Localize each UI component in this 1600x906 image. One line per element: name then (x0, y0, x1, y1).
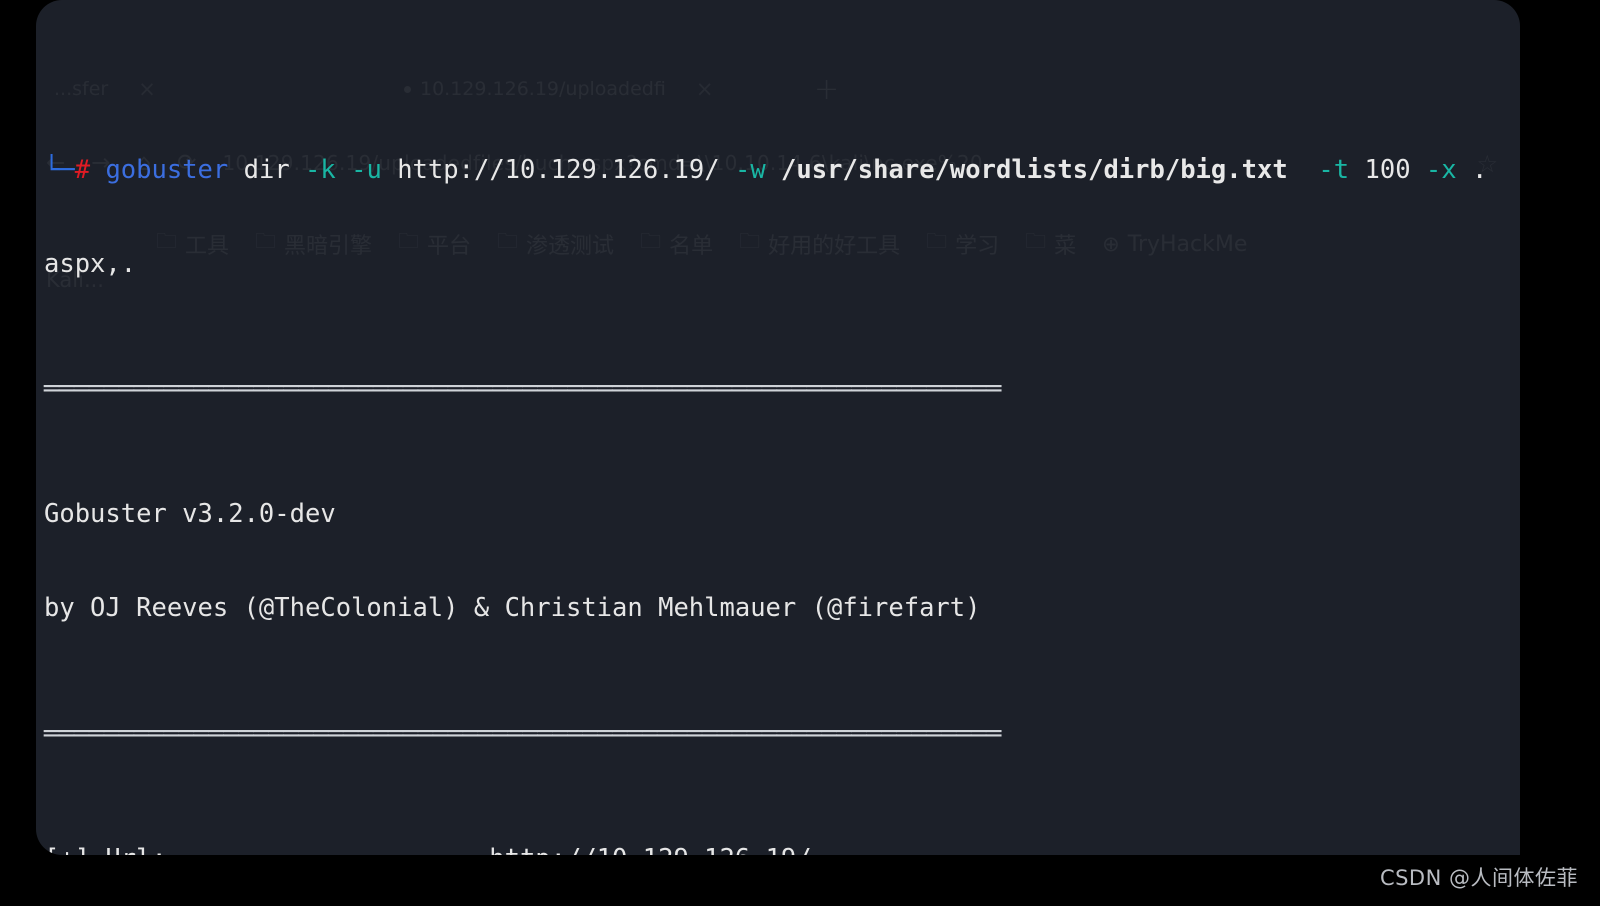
command-line: └─# gobuster dir -k -u http://10.129.126… (44, 155, 1520, 186)
terminal-output[interactable]: └─# gobuster dir -k -u http://10.129.126… (36, 0, 1520, 855)
prompt-hash: # (74, 155, 91, 186)
threads-value: 100 (1364, 155, 1411, 186)
config-row: [+] Url: http://10.129.126.19/ (44, 844, 1520, 855)
banner-line-2: by OJ Reeves (@TheColonial) & Christian … (44, 593, 981, 624)
config-value: http://10.129.126.19/ (489, 844, 811, 855)
flag-u: -u (351, 155, 382, 186)
prompt-corner-icon: └─ (44, 155, 75, 186)
config-key: [+] Url: (44, 844, 167, 855)
rule-line: ════════════════════════════════════════… (44, 374, 1001, 405)
terminal-window[interactable]: ...sfer × 10.129.126.19/uploadedfi × + ←… (36, 0, 1520, 855)
csdn-watermark: CSDN @人间体佐菲 (1379, 866, 1578, 890)
flag-x: -x (1425, 155, 1457, 186)
command-name: gobuster (105, 155, 229, 186)
flag-t: -t (1318, 155, 1350, 186)
banner-line-1: Gobuster v3.2.0-dev (44, 499, 336, 530)
flag-w: -w (734, 155, 766, 186)
ext-part1: . (1471, 155, 1488, 186)
command-subcommand: dir (243, 155, 290, 186)
command-wrap-line: aspx,. (44, 249, 137, 280)
target-url: http://10.129.126.19/ (397, 155, 720, 186)
flag-k: -k (305, 155, 336, 186)
wordlist-path: /usr/share/wordlists/dirb/big.txt (781, 155, 1288, 186)
rule-line: ════════════════════════════════════════… (44, 718, 1001, 749)
